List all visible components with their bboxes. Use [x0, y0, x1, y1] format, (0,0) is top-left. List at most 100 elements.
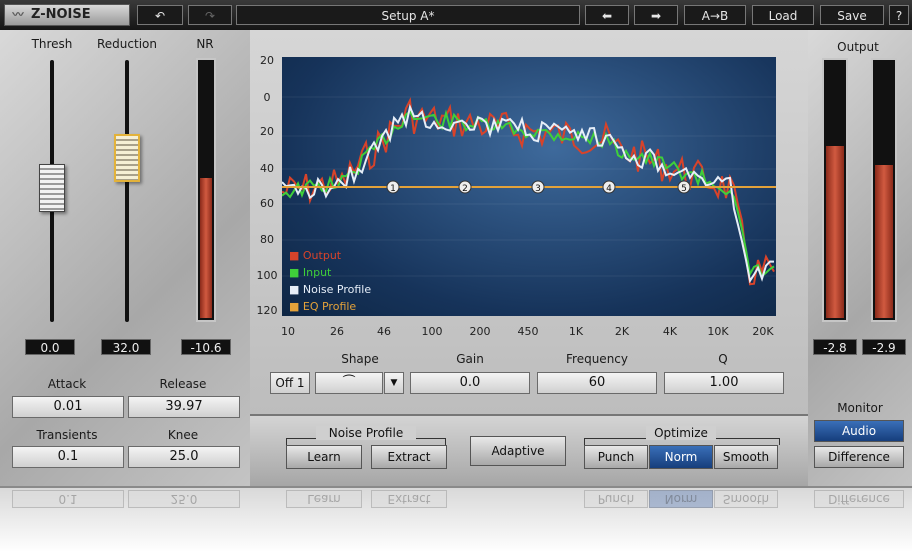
punch-button[interactable]: Punch [584, 445, 648, 469]
legend-label: Noise Profile [302, 283, 372, 296]
spectrum-graph[interactable]: 1 2 3 4 5 [281, 57, 776, 316]
legend-swatch-icon: ■ [289, 283, 303, 296]
x-tick-label: 2K [614, 325, 630, 338]
smooth-button[interactable]: Smooth [714, 445, 778, 469]
reduction-slider-track[interactable] [125, 60, 129, 322]
load-button[interactable]: Load [752, 5, 814, 25]
noise-profile-curve [281, 103, 775, 284]
eq-band-number: 3 [535, 184, 541, 194]
q-field[interactable]: 1.00 [664, 372, 784, 394]
legend-label: Input [302, 266, 332, 279]
legend-item: ■ Output [289, 249, 341, 262]
legend-swatch-icon: ■ [289, 249, 303, 262]
adaptive-button[interactable]: Adaptive [470, 436, 566, 466]
thresh-readout: 0.0 [25, 339, 75, 355]
output-meter-left [822, 58, 848, 322]
learn-button[interactable]: Learn [286, 445, 362, 469]
reduction-readout: 32.0 [101, 339, 151, 355]
eq-band-number: 5 [681, 184, 687, 194]
shape-dropdown-button[interactable]: ▼ [384, 372, 404, 394]
eq-band-number: 1 [390, 184, 396, 194]
transients-field[interactable]: 0.1 [12, 446, 124, 468]
reflection: 0.1 25.0 Learn Extract Punch Norm Smooth… [0, 488, 912, 552]
band-off-button[interactable]: Off 1 [270, 372, 310, 394]
eq-band-number: 2 [462, 184, 468, 194]
optimize-label: Optimize [646, 426, 716, 440]
reflection-difference: Difference [814, 490, 904, 508]
eq-band-handle[interactable]: 4 [602, 180, 616, 194]
legend-label: Output [302, 249, 342, 262]
knee-label: Knee [167, 428, 199, 442]
legend-item: ■ Noise Profile [289, 283, 371, 296]
output-meter-right-fill [875, 164, 893, 318]
knee-field[interactable]: 25.0 [128, 446, 240, 468]
reduction-label: Reduction [97, 37, 157, 51]
chevron-down-icon: ▼ [390, 378, 398, 388]
x-tick-label: 4K [662, 325, 678, 338]
reflection-smooth: Smooth [714, 490, 778, 508]
norm-button[interactable]: Norm [649, 445, 713, 469]
eq-band-handle[interactable]: 1 [386, 180, 400, 194]
legend-swatch-icon: ■ [289, 266, 303, 279]
frequency-label: Frequency [566, 352, 628, 366]
toolbar: 〰 Z-NOISE ↶ ↷ Setup A* ⬅ ➡ A→B Load Save … [0, 0, 912, 30]
frequency-field[interactable]: 60 [537, 372, 657, 394]
noise-profile-label: Noise Profile [316, 426, 416, 440]
attack-label: Attack [47, 377, 87, 391]
reflection-learn: Learn [286, 490, 362, 508]
y-tick-label: 40 [260, 162, 274, 175]
logo: 〰 Z-NOISE [4, 4, 130, 26]
reduction-slider-handle[interactable] [114, 134, 140, 182]
extract-button[interactable]: Extract [371, 445, 447, 469]
y-tick-label: 100 [256, 269, 278, 282]
shape-label: Shape [341, 352, 379, 366]
redo-button[interactable]: ↷ [188, 5, 232, 25]
legend-swatch-icon: ■ [289, 300, 303, 313]
ab-compare-button[interactable]: A→B [684, 5, 746, 25]
x-tick-label: 46 [377, 325, 391, 338]
reflection-knee: 25.0 [128, 490, 240, 508]
x-tick-label: 10 [281, 325, 295, 338]
x-tick-label: 100 [421, 325, 443, 338]
y-tick-label: 60 [260, 197, 274, 210]
shape-selector[interactable]: ⏜ [315, 372, 383, 394]
x-tick-label: 1K [568, 325, 584, 338]
output-label: Output [837, 40, 879, 54]
eq-band-handle[interactable]: 5 [677, 180, 691, 194]
plugin-name: Z-NOISE [31, 7, 91, 22]
prev-preset-button[interactable]: ⬅ [585, 5, 629, 25]
attack-field[interactable]: 0.01 [12, 396, 124, 418]
eq-band-handle[interactable]: 2 [458, 180, 472, 194]
eq-band-handle[interactable]: 3 [531, 180, 545, 194]
help-button[interactable]: ? [889, 5, 909, 25]
monitor-audio-button[interactable]: Audio [814, 420, 904, 442]
next-preset-button[interactable]: ➡ [634, 5, 678, 25]
y-tick-label: 80 [260, 233, 274, 246]
release-field[interactable]: 39.97 [128, 396, 240, 418]
y-tick-label: 20 [260, 54, 274, 67]
legend-label: EQ Profile [302, 300, 357, 313]
reflection-punch: Punch [584, 490, 648, 508]
thresh-label: Thresh [31, 37, 73, 51]
reflection-norm: Norm [649, 490, 713, 508]
output-right-readout: -2.9 [862, 339, 906, 355]
bell-shape-icon: ⏜ [342, 375, 356, 390]
nr-meter [196, 58, 216, 322]
output-meter-right [871, 58, 897, 322]
release-label: Release [159, 377, 207, 391]
x-tick-label: 20K [752, 325, 774, 338]
undo-button[interactable]: ↶ [137, 5, 183, 25]
thresh-slider-handle[interactable] [39, 164, 65, 212]
x-tick-label: 10K [707, 325, 729, 338]
output-left-readout: -2.8 [813, 339, 857, 355]
legend-item: ■ EQ Profile [289, 300, 356, 313]
gain-field[interactable]: 0.0 [410, 372, 530, 394]
y-tick-label: 0 [263, 91, 271, 104]
monitor-difference-button[interactable]: Difference [814, 446, 904, 468]
undo-icon: ↶ [154, 9, 166, 23]
arrow-left-icon: ⬅ [601, 9, 613, 23]
x-tick-label: 450 [517, 325, 539, 338]
nr-label: NR [196, 37, 214, 51]
setup-name[interactable]: Setup A* [236, 5, 580, 25]
save-button[interactable]: Save [820, 5, 884, 25]
